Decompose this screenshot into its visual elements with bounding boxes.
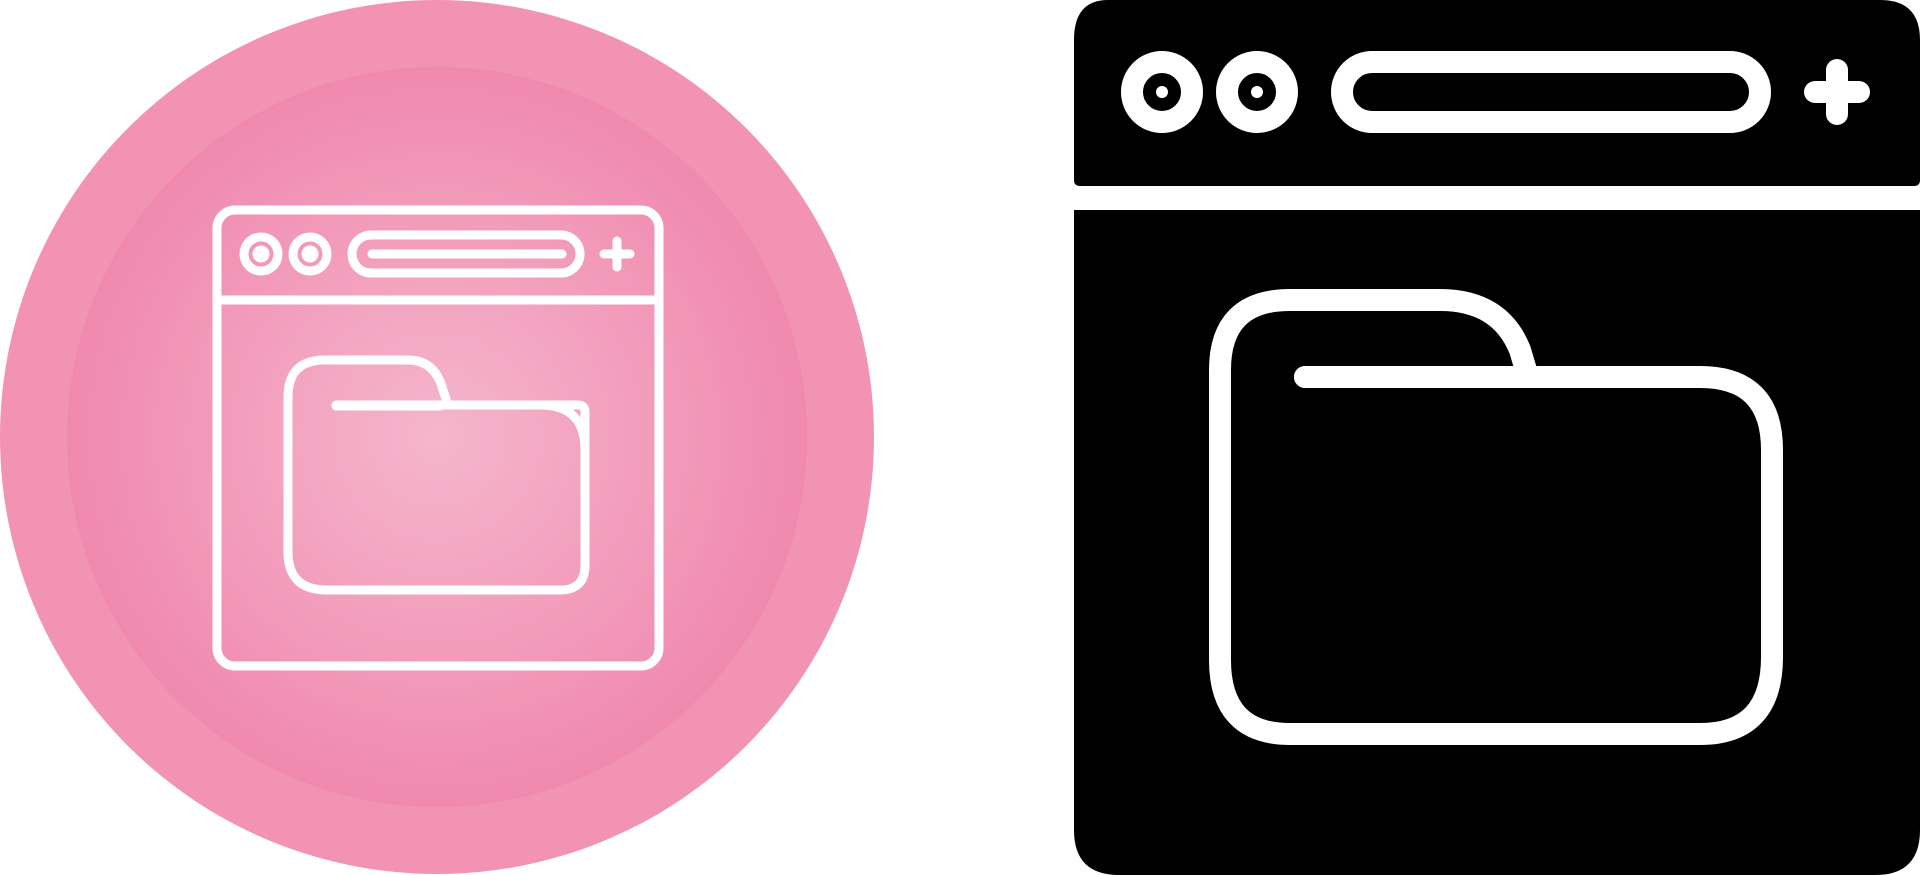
browser-folder-icon-glyph <box>1074 0 1920 875</box>
window-control-dot-2-core <box>301 245 319 263</box>
glyph-window-control-dot-1-core <box>1156 86 1168 98</box>
icon-pair-canvas <box>0 0 1920 875</box>
pink-circle-inner <box>67 67 807 807</box>
browser-folder-icon-pink <box>0 0 874 874</box>
glyph-window-control-dot-2-core <box>1251 86 1263 98</box>
window-control-dot-1-core <box>252 245 270 263</box>
icon-pair-svg <box>0 0 1920 875</box>
